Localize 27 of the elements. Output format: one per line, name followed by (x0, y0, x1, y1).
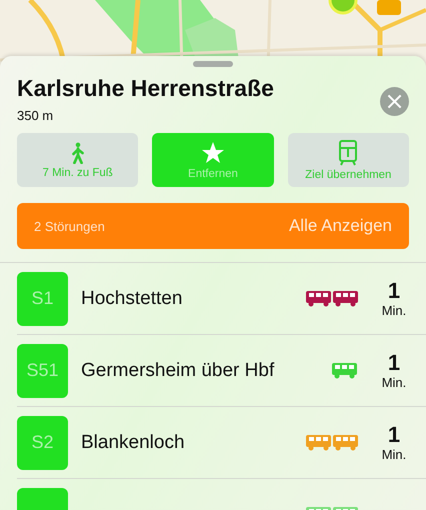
minutes-unit: Min. (382, 375, 406, 390)
distance-text: 350 m (17, 108, 54, 123)
departure-row[interactable]: S2 Blankenloch 1 Min. (17, 407, 426, 479)
departure-row[interactable]: S1 Hochstetten 1 Min. (17, 263, 426, 335)
drag-handle[interactable] (193, 61, 233, 67)
minutes-value: 1 (388, 423, 400, 447)
action-button[interactable]: Ziel übernehmen (288, 133, 409, 187)
departure-row[interactable]: S51 Germersheim über Hbf 1 Min. (17, 335, 426, 407)
close-button[interactable]: × (380, 87, 409, 116)
action-button[interactable]: 7 Min. zu Fuß (17, 133, 138, 187)
line-badge: S51 (17, 344, 68, 398)
show-all-link[interactable]: Alle Anzeigen (288, 216, 392, 236)
star-icon (200, 140, 225, 164)
minutes-unit: Min. (382, 447, 406, 462)
minutes-value: 1 (388, 279, 400, 303)
stop-title: Karlsruhe Herrenstraße (17, 75, 274, 102)
minutes-value: 1 (388, 351, 400, 375)
action-button[interactable]: Entfernen (152, 133, 274, 187)
line-badge: S2 (17, 416, 68, 470)
destination-text: Blankenloch (81, 432, 185, 452)
destination-text: Hochstetten (81, 288, 182, 308)
train-icon (338, 140, 358, 166)
line-badge: S1 (17, 272, 68, 326)
disruption-banner[interactable]: 2 Störungen Alle Anzeigen (17, 203, 409, 249)
disruption-count: 2 Störungen (34, 218, 105, 234)
minutes-unit: Min. (382, 303, 406, 318)
destination-text: Germersheim über Hbf (81, 360, 274, 380)
